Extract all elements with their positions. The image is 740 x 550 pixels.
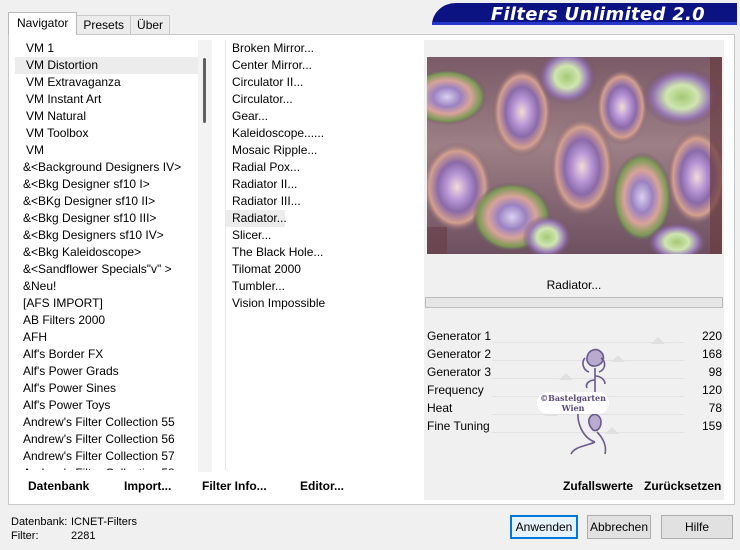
category-item[interactable]: Andrew's Filter Collection 56 [15, 431, 200, 448]
category-item[interactable]: Alf's Power Toys [15, 397, 200, 414]
database-value: ICNET-Filters [71, 516, 137, 528]
category-item[interactable]: VM Instant Art [15, 91, 200, 108]
category-item[interactable]: Alf's Power Sines [15, 380, 200, 397]
param-value: 120 [701, 383, 722, 397]
tab-presets[interactable]: Presets [76, 15, 132, 35]
filter-item[interactable]: Radial Pox... [226, 159, 415, 176]
param-value: 168 [701, 347, 722, 361]
zuruecksetzen-button[interactable]: Zurücksetzen [644, 478, 721, 494]
watermark-line2: Wien [561, 403, 585, 413]
category-list[interactable]: VM 1 VM Distortion VM Extravaganza VM Insta… [15, 40, 200, 470]
param-row: Generator 1 220 [424, 327, 724, 345]
filter-item[interactable]: Kaleidoscope...... [226, 125, 415, 142]
category-item[interactable]: &<Background Designers IV> [15, 159, 200, 176]
scrollbar-thumb[interactable] [203, 58, 206, 123]
filter-list[interactable]: Broken Mirror... Center Mirror... Circulat… [225, 40, 415, 470]
category-item[interactable]: AFH [15, 329, 200, 346]
category-item[interactable]: &<Bkg Designer sf10 III> [15, 210, 200, 227]
category-item[interactable]: Alf's Power Grads [15, 363, 200, 380]
filter-item[interactable]: Mosaic Ripple... [226, 142, 415, 159]
category-item[interactable]: &Neu! [15, 278, 200, 295]
param-label: Fine Tuning [427, 419, 490, 433]
help-button[interactable]: Hilfe [661, 515, 733, 539]
banner-title: Filters Unlimited 2.0 [490, 4, 705, 25]
param-value: 98 [708, 365, 722, 379]
zufallswerte-button[interactable]: Zufallswerte [563, 478, 633, 494]
category-item[interactable]: VM Extravaganza [15, 74, 200, 91]
watermark-line1: ©Bastelgarten [540, 393, 606, 403]
filter-item[interactable]: Vision Impossible [226, 295, 415, 312]
param-label: Generator 1 [427, 329, 492, 343]
filters-unlimited-dialog: Navigator Presets Über Filters Unlimited… [0, 0, 740, 550]
param-slider-thumb[interactable] [650, 337, 665, 344]
param-value: 220 [701, 329, 722, 343]
tab-navigator[interactable]: Navigator [8, 12, 78, 35]
import-button[interactable]: Import... [124, 478, 171, 494]
filter-item[interactable]: Circulator II... [226, 74, 415, 91]
filter-count-label: Filter: [11, 530, 39, 542]
category-item[interactable]: VM Toolbox [15, 125, 200, 142]
filter-item[interactable]: Circulator... [226, 91, 415, 108]
editor-button[interactable]: Editor... [300, 478, 344, 494]
filter-count-value: 2281 [71, 530, 96, 542]
param-value: 78 [708, 401, 722, 415]
category-item[interactable]: AB Filters 2000 [15, 312, 200, 329]
category-item[interactable]: &<BKg Designer sf10 II> [15, 193, 200, 210]
category-item[interactable]: &<Sandflower Specials"v" > [15, 261, 200, 278]
preview-filter-name: Radiator... [424, 274, 724, 296]
filter-item[interactable]: Gear... [226, 108, 415, 125]
preview-graphic [427, 57, 722, 254]
filter-item[interactable]: The Black Hole... [226, 244, 415, 261]
category-item[interactable]: Andrew's Filter Collection 55 [15, 414, 200, 431]
category-item[interactable]: &<Bkg Designer sf10 I> [15, 176, 200, 193]
category-item[interactable]: VM Distortion [15, 57, 200, 74]
filter-item[interactable]: Broken Mirror... [226, 40, 415, 57]
filter-item[interactable]: Tilomat 2000 [226, 261, 415, 278]
datenbank-button[interactable]: Datenbank [28, 478, 89, 494]
filter-item[interactable]: Radiator II... [226, 176, 415, 193]
category-item[interactable]: VM Natural [15, 108, 200, 125]
filter-item[interactable]: Slicer... [226, 227, 415, 244]
category-item[interactable]: &<Bkg Kaleidoscope> [15, 244, 200, 261]
title-banner: Filters Unlimited 2.0 [432, 3, 737, 25]
param-label: Heat [427, 401, 453, 415]
cancel-button[interactable]: Abbrechen [587, 515, 651, 539]
tab-strip: Navigator Presets Über [8, 12, 171, 35]
database-status: Datenbank: ICNET-Filters [11, 516, 137, 528]
filter-count-status: Filter: 2281 [11, 530, 95, 542]
param-label: Frequency [427, 383, 484, 397]
category-item[interactable]: [AFS IMPORT] [15, 295, 200, 312]
category-item[interactable]: VM 1 [15, 40, 200, 57]
category-item[interactable]: &<Bkg Designers sf10 IV> [15, 227, 200, 244]
param-label: Generator 3 [427, 365, 492, 379]
filter-item[interactable]: Radiator III... [226, 193, 415, 210]
preview-image[interactable] [427, 57, 722, 254]
param-value: 159 [701, 419, 722, 433]
category-item[interactable]: Andrew's Filter Collection 58 [15, 465, 200, 470]
param-label: Generator 2 [427, 347, 492, 361]
watermark-logo: ©Bastelgarten Wien [537, 348, 609, 455]
database-label: Datenbank: [11, 516, 68, 528]
filter-item[interactable]: Tumbler... [226, 278, 415, 295]
filter-item[interactable]: Radiator... [226, 210, 287, 227]
tab-ueber[interactable]: Über [130, 15, 171, 35]
category-item[interactable]: Alf's Border FX [15, 346, 200, 363]
category-scrollbar[interactable] [198, 40, 212, 472]
progress-bar [425, 297, 723, 308]
category-item[interactable]: VM [15, 142, 200, 159]
apply-button[interactable]: Anwenden [510, 515, 578, 539]
filter-item[interactable]: Center Mirror... [226, 57, 415, 74]
category-item[interactable]: Andrew's Filter Collection 57 [15, 448, 200, 465]
filter-info-button[interactable]: Filter Info... [202, 478, 267, 494]
